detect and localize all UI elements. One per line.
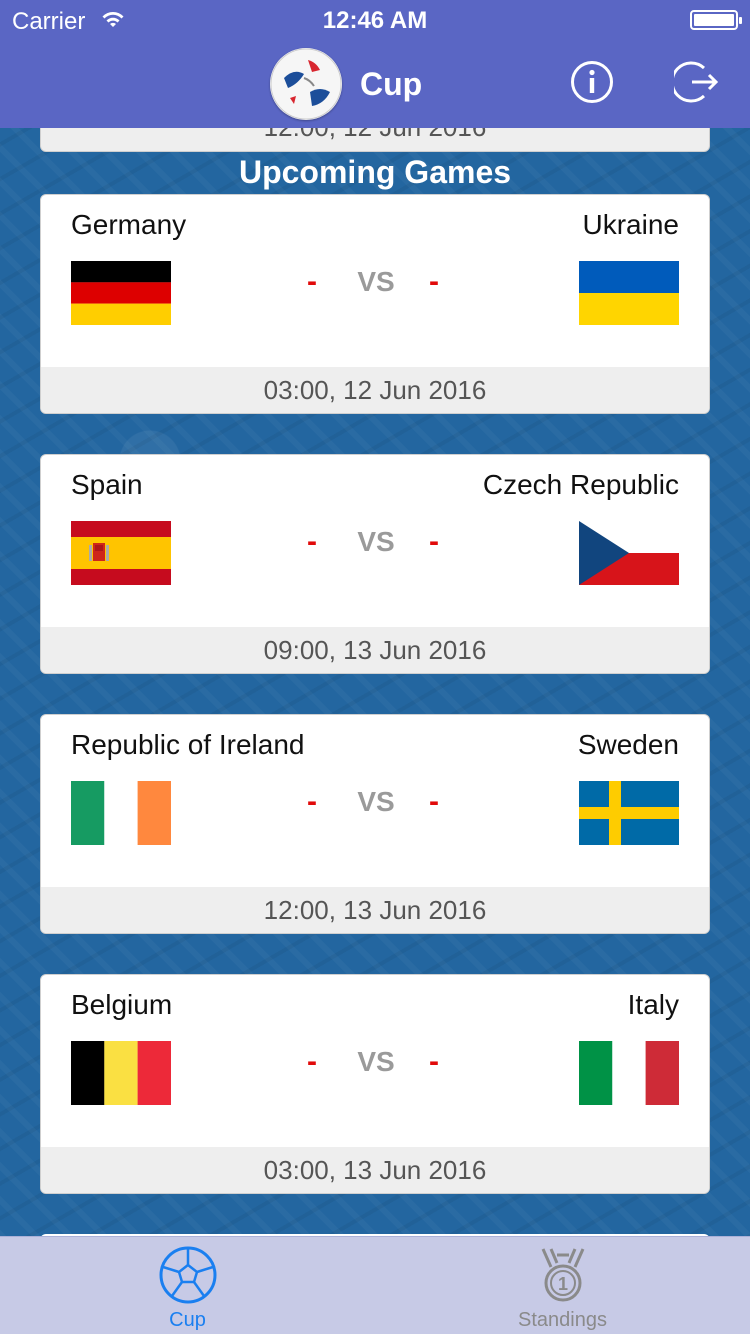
medal-icon: 1 xyxy=(541,1248,585,1302)
info-button[interactable] xyxy=(570,60,614,104)
away-score: - xyxy=(429,525,439,558)
home-team-name: Spain xyxy=(71,469,143,500)
logout-button[interactable] xyxy=(674,60,720,104)
czech-republic-flag-icon xyxy=(579,521,679,585)
navigation-bar: Carrier 12:46 AM Cup xyxy=(0,0,750,128)
tab-cup[interactable]: Cup xyxy=(0,1237,375,1334)
nav-title-group: Cup xyxy=(270,48,422,120)
italy-flag-icon xyxy=(579,1041,679,1105)
home-team-name: Republic of Ireland xyxy=(71,729,305,760)
game-time: 03:00, 12 Jun 2016 xyxy=(41,367,709,413)
game-time: 09:00, 13 Jun 2016 xyxy=(41,627,709,673)
away-team-name: Sweden xyxy=(577,729,679,760)
game-card[interactable]: Germany Ukraine - VS - 03:00, 12 Jun 201… xyxy=(40,194,710,414)
game-time: 12:00, 13 Jun 2016 xyxy=(41,887,709,933)
away-score: - xyxy=(429,265,439,298)
svg-text:1: 1 xyxy=(558,1274,568,1294)
soccer-ball-logo-icon xyxy=(270,48,342,120)
home-team-name: Germany xyxy=(71,209,187,240)
soccer-ball-icon xyxy=(159,1246,217,1304)
away-score: - xyxy=(429,1045,439,1078)
previous-game-card[interactable]: 12:00, 12 Jun 2016 xyxy=(40,128,710,152)
game-card[interactable]: Republic of Ireland Sweden - VS - 12:00,… xyxy=(40,714,710,934)
away-team-name: Czech Republic xyxy=(482,469,679,500)
game-card[interactable]: Belgium Italy - VS - 03:00, 13 Jun 2016 xyxy=(40,974,710,1194)
battery-icon xyxy=(690,10,742,30)
away-team-name: Ukraine xyxy=(582,209,679,240)
tab-bar: Cup 1 Standings xyxy=(0,1236,750,1334)
nav-title: Cup xyxy=(360,65,423,102)
game-time: 03:00, 13 Jun 2016 xyxy=(41,1147,709,1193)
tab-standings[interactable]: 1 Standings xyxy=(375,1237,750,1334)
ukraine-flag-icon xyxy=(579,261,679,325)
game-card[interactable]: Spain Czech Republic - VS - 09:00, 13 Ju… xyxy=(40,454,710,674)
status-bar: Carrier 12:46 AM xyxy=(0,0,750,40)
away-team-name: Italy xyxy=(627,989,679,1020)
tab-label: Cup xyxy=(169,1309,206,1331)
away-score: - xyxy=(429,785,439,818)
game-time: 12:00, 12 Jun 2016 xyxy=(41,128,709,143)
sweden-flag-icon xyxy=(579,781,679,845)
home-team-name: Belgium xyxy=(71,989,173,1020)
status-time: 12:46 AM xyxy=(322,7,428,34)
games-list[interactable]: 12:00, 12 Jun 2016 Upcoming Games German… xyxy=(0,128,750,1236)
section-title: Upcoming Games xyxy=(238,154,512,190)
tab-label: Standings xyxy=(518,1309,607,1331)
